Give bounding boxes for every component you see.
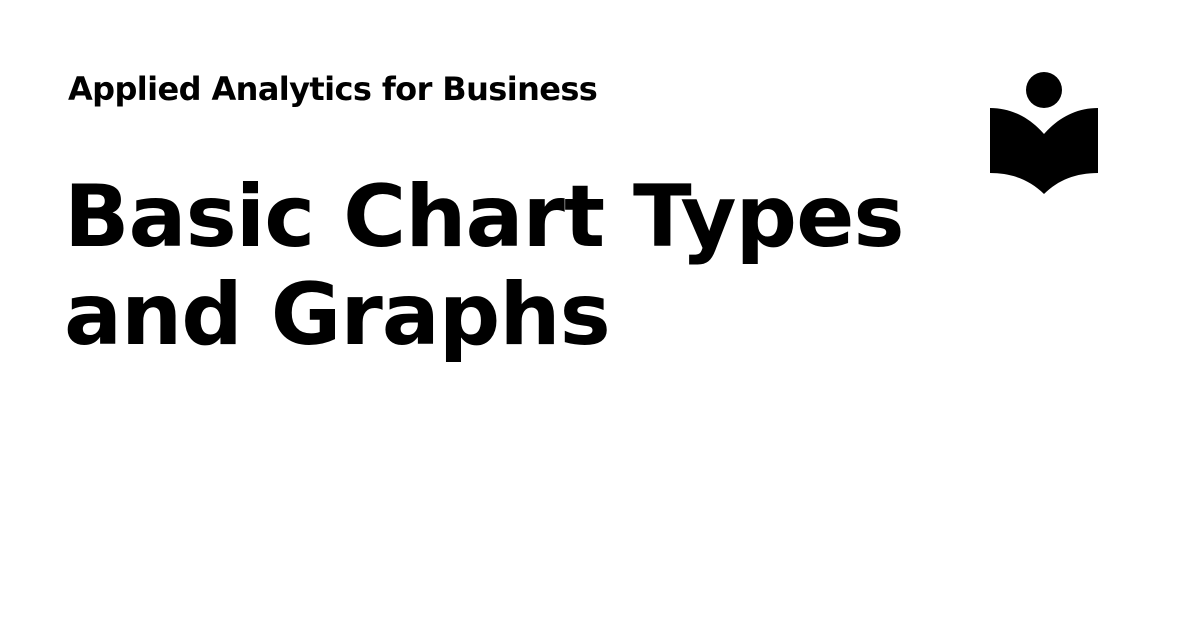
chapter-title-line-2: and Graphs (64, 265, 611, 365)
open-book-shape (990, 108, 1098, 194)
social-share-card: Applied Analytics for Business Basic Cha… (0, 0, 1200, 630)
chapter-title-line-1: Basic Chart Types (64, 167, 905, 267)
book-title: Applied Analytics for Business (68, 70, 598, 108)
reader-book-icon (990, 72, 1098, 194)
chapter-title: Basic Chart Types and Graphs (64, 168, 924, 364)
reader-head (1026, 72, 1062, 108)
